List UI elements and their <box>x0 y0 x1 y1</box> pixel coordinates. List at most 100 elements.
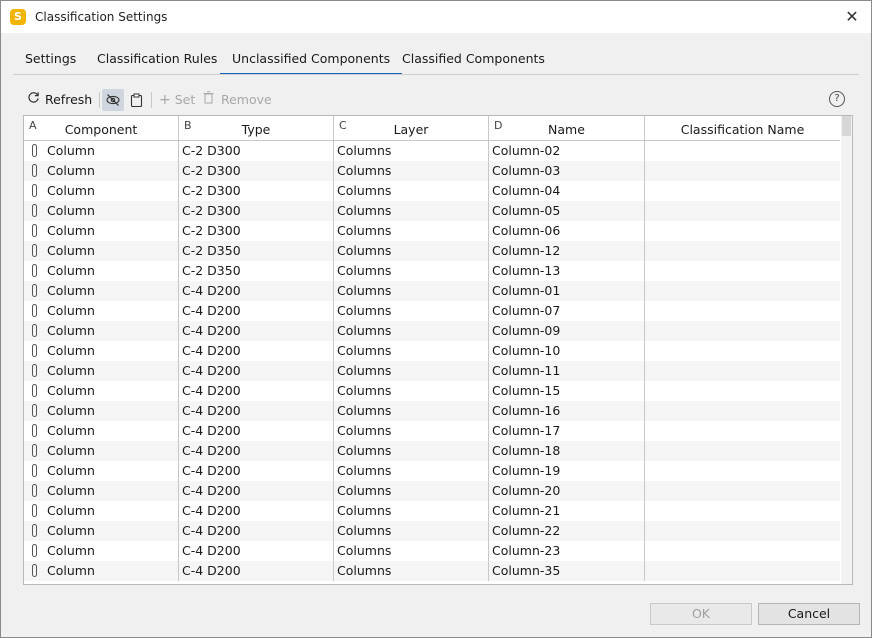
refresh-label: Refresh <box>44 92 93 107</box>
table-row[interactable]: Column C-2 D300 Columns Column-03 <box>24 161 840 181</box>
cell-text: Column <box>47 443 95 458</box>
cell-classification-name <box>645 261 840 281</box>
table-row[interactable]: Column C-2 D350 Columns Column-12 <box>24 241 840 261</box>
cell-layer: Columns <box>334 321 489 341</box>
cell-component: Column <box>24 401 179 421</box>
cell-classification-name <box>645 141 840 161</box>
hide-visibility-toggle[interactable] <box>102 89 124 111</box>
vertical-scrollbar[interactable] <box>841 116 852 584</box>
ok-button[interactable]: OK <box>650 603 752 625</box>
cell-type: C-2 D350 <box>179 261 334 281</box>
cell-component: Column <box>24 541 179 561</box>
table-row[interactable]: Column C-4 D200 Columns Column-35 <box>24 561 840 581</box>
cell-component: Column <box>24 241 179 261</box>
table-row[interactable]: Column C-4 D200 Columns Column-10 <box>24 341 840 361</box>
clipboard-button[interactable] <box>125 89 147 111</box>
cell-type: C-4 D200 <box>179 401 334 421</box>
table-row[interactable]: Column C-4 D200 Columns Column-17 <box>24 421 840 441</box>
cell-type: C-4 D200 <box>179 361 334 381</box>
cell-text: C-4 D200 <box>182 483 241 498</box>
cell-text: Column <box>47 403 95 418</box>
cell-text: Column-13 <box>492 263 561 278</box>
column-title: Type <box>241 122 271 137</box>
cell-layer: Columns <box>334 561 489 581</box>
cell-text: Column <box>47 503 95 518</box>
cell-text: Column-05 <box>492 203 561 218</box>
column-header-name[interactable]: D Name <box>489 116 645 140</box>
tab-unclassified-components[interactable]: Unclassified Components <box>220 49 403 75</box>
cell-layer: Columns <box>334 161 489 181</box>
table-row[interactable]: Column C-4 D200 Columns Column-16 <box>24 401 840 421</box>
table-row[interactable]: Column C-4 D200 Columns Column-21 <box>24 501 840 521</box>
table-row[interactable]: Column C-4 D200 Columns Column-07 <box>24 301 840 321</box>
table-row[interactable]: Column C-4 D200 Columns Column-01 <box>24 281 840 301</box>
cell-text: Column-16 <box>492 403 561 418</box>
table-row[interactable]: Column C-2 D300 Columns Column-05 <box>24 201 840 221</box>
close-button[interactable]: ✕ <box>839 5 865 29</box>
table-row[interactable]: Column C-4 D200 Columns Column-23 <box>24 541 840 561</box>
cell-text: Column <box>47 143 95 158</box>
scrollbar-thumb[interactable] <box>842 116 851 136</box>
table-row[interactable]: Column C-4 D200 Columns Column-20 <box>24 481 840 501</box>
cell-layer: Columns <box>334 421 489 441</box>
cell-layer: Columns <box>334 241 489 261</box>
cell-type: C-4 D200 <box>179 301 334 321</box>
cell-type: C-4 D200 <box>179 281 334 301</box>
table-row[interactable]: Column C-4 D200 Columns Column-22 <box>24 521 840 541</box>
cell-type: C-2 D300 <box>179 201 334 221</box>
cell-classification-name <box>645 221 840 241</box>
table-row[interactable]: Column C-4 D200 Columns Column-15 <box>24 381 840 401</box>
cell-text: Column-09 <box>492 323 561 338</box>
cell-component: Column <box>24 201 179 221</box>
refresh-button[interactable]: Refresh <box>27 89 92 111</box>
table-row[interactable]: Column C-4 D200 Columns Column-19 <box>24 461 840 481</box>
tab-classified-components[interactable]: Classified Components <box>390 49 557 73</box>
cell-text: Column <box>47 423 95 438</box>
table-body: Column C-2 D300 Columns Column-02 Column C-2 … <box>24 141 840 581</box>
table-row[interactable]: Column C-4 D200 Columns Column-09 <box>24 321 840 341</box>
cell-type: C-4 D200 <box>179 501 334 521</box>
table-row[interactable]: Column C-2 D300 Columns Column-04 <box>24 181 840 201</box>
cell-text: Column-10 <box>492 343 561 358</box>
cell-text: Column <box>47 383 95 398</box>
cell-text: Columns <box>337 303 392 318</box>
cell-name: Column-02 <box>489 141 645 161</box>
set-button[interactable]: + Set <box>159 89 195 111</box>
cell-component: Column <box>24 161 179 181</box>
cell-text: Column <box>47 523 95 538</box>
tab-classification-rules[interactable]: Classification Rules <box>85 49 229 73</box>
cell-layer: Columns <box>334 501 489 521</box>
column-header-classification-name[interactable]: Classification Name <box>645 116 840 140</box>
cell-component: Column <box>24 321 179 341</box>
help-icon[interactable]: ? <box>829 91 845 107</box>
cell-text: C-4 D200 <box>182 303 241 318</box>
tab-settings[interactable]: Settings <box>13 49 88 73</box>
cell-component: Column <box>24 221 179 241</box>
cell-classification-name <box>645 561 840 581</box>
cell-text: Column <box>47 263 95 278</box>
clipboard-icon <box>130 93 143 110</box>
cell-name: Column-06 <box>489 221 645 241</box>
cell-name: Column-11 <box>489 361 645 381</box>
column-title: Classification Name <box>680 122 805 137</box>
cell-text: C-4 D200 <box>182 423 241 438</box>
cell-name: Column-05 <box>489 201 645 221</box>
column-header-layer[interactable]: C Layer <box>334 116 489 140</box>
cell-classification-name <box>645 421 840 441</box>
column-header-component[interactable]: A Component <box>24 116 179 140</box>
cell-name: Column-03 <box>489 161 645 181</box>
column-title: Component <box>64 122 138 137</box>
cell-text: C-4 D200 <box>182 383 241 398</box>
table-row[interactable]: Column C-2 D350 Columns Column-13 <box>24 261 840 281</box>
table-row[interactable]: Column C-4 D200 Columns Column-11 <box>24 361 840 381</box>
table-row[interactable]: Column C-2 D300 Columns Column-02 <box>24 141 840 161</box>
cell-name: Column-07 <box>489 301 645 321</box>
column-header-type[interactable]: B Type <box>179 116 334 140</box>
cell-type: C-2 D300 <box>179 221 334 241</box>
table-row[interactable]: Column C-4 D200 Columns Column-18 <box>24 441 840 461</box>
remove-button[interactable]: Remove <box>203 89 272 111</box>
cell-component: Column <box>24 261 179 281</box>
table-row[interactable]: Column C-2 D300 Columns Column-06 <box>24 221 840 241</box>
cell-text: Columns <box>337 503 392 518</box>
cancel-button[interactable]: Cancel <box>758 603 860 625</box>
